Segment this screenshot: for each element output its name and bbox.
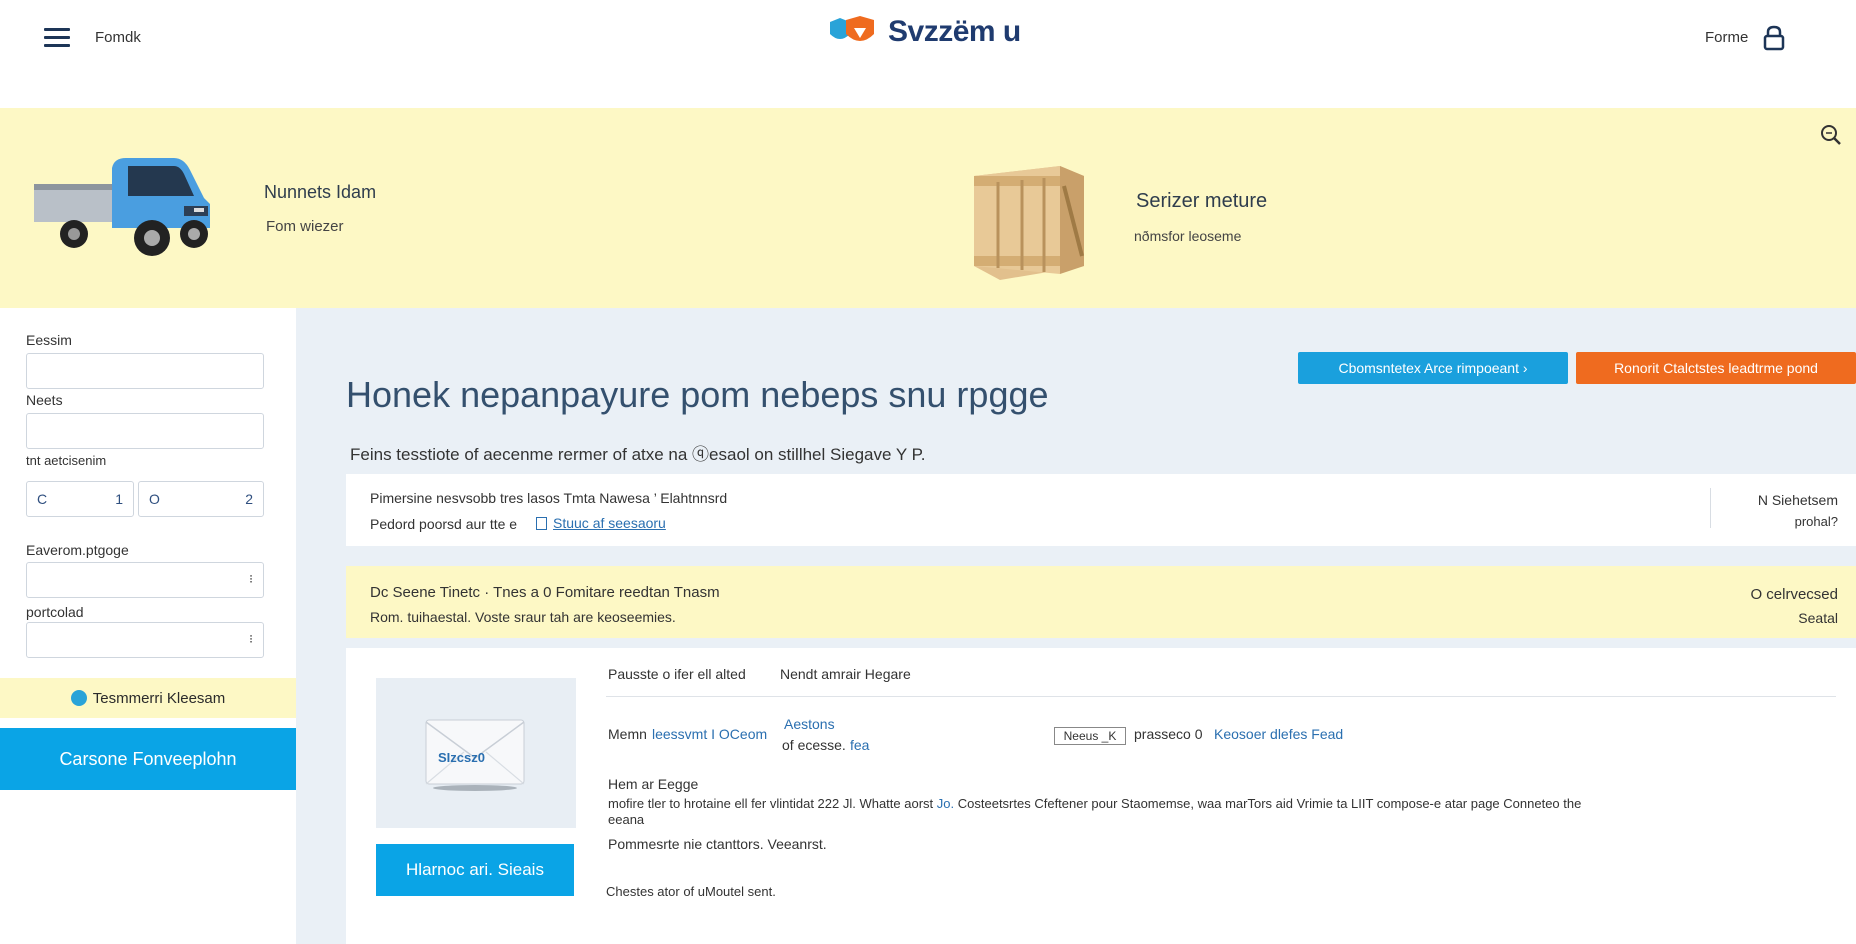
logo-shield-icon <box>830 16 874 41</box>
card1-right-sub: prohal? <box>1794 514 1838 529</box>
envelope-thumbnail: SIzcsz0 <box>376 678 576 828</box>
detail-row2-right-link[interactable]: Keosoer dlefes Fead <box>1214 726 1343 742</box>
detail-paragraph-line1: mofire tler to hrotaine ell fer vlintida… <box>608 796 1581 811</box>
logo-text: Svzzёm u <box>888 15 1021 48</box>
truck-illustration <box>34 158 210 256</box>
primary-action-button[interactable]: Cbomsntetex Arce rimpoeant › <box>1298 352 1568 384</box>
card1-line1: Pimersine nesvsobb tres lasos Tmta Nawes… <box>370 490 728 506</box>
range-max-suffix: 2 <box>245 491 253 507</box>
field-label-3: tnt aetcisenim <box>26 453 107 468</box>
detail-divider <box>606 696 1836 697</box>
page-title: Honek nepanpayure pom nebeps snu rpgge <box>346 374 1049 415</box>
hamburger-menu-icon[interactable] <box>44 28 70 48</box>
card2-right-sub: Seatal <box>1798 610 1838 626</box>
zoom-icon[interactable] <box>1820 124 1842 146</box>
range-min-input[interactable]: C 1 <box>26 481 134 517</box>
detail-paragraph-part2: Costeetsrtes Cfeftener pour Staomemse, w… <box>957 796 1582 811</box>
top-header: Fomdk Svzzёm u Forme <box>0 0 1856 108</box>
detail-line4: Chestes ator of uMoutel sent. <box>606 884 776 899</box>
info-card-1: Pimersine nesvsobb tres lasos Tmta Nawes… <box>346 474 1856 546</box>
sidebar-highlight-link[interactable]: Tesmmerri Kleesam <box>0 678 296 718</box>
document-icon <box>536 516 547 530</box>
select-caret-icon: ⁝ <box>249 572 253 586</box>
brand-logo[interactable]: Svzzёm u <box>826 14 1021 50</box>
card1-link-text: Stuuc af seesaoru <box>553 515 666 531</box>
wooden-crate-illustration <box>974 166 1084 280</box>
detail-mini-field[interactable]: Neeus _K <box>1054 727 1126 745</box>
range-min-prefix: C <box>37 491 48 507</box>
info-card-2: Dc Seene Tinetc · Tnes a 0 Fomitare reed… <box>346 566 1856 638</box>
card1-divider <box>1710 488 1711 528</box>
detail-row2-label: Memn <box>608 726 647 742</box>
text-field-1[interactable] <box>26 353 264 389</box>
detail-paragraph-line2: eeana <box>608 812 645 827</box>
card1-right-label: N Siehetsem <box>1757 492 1838 508</box>
detail-row1-b: Nendt amrair Hegare <box>780 666 911 682</box>
range-max-prefix: O <box>149 491 160 507</box>
promo-banner: Nunnets Idam Fom wiezer Serizer meture n… <box>0 108 1856 308</box>
detail-actions-link2[interactable]: fea <box>850 737 869 753</box>
banner-item2-title: Serizer meture <box>1136 190 1268 212</box>
lock-icon[interactable] <box>1762 24 1786 52</box>
card1-link[interactable]: Stuuc af seesaoru <box>536 515 666 531</box>
range-max-input[interactable]: O 2 <box>138 481 264 517</box>
sidebar-highlight-text: Tesmmerri Kleesam <box>92 689 226 707</box>
detail-actions-link[interactable]: Aestons <box>784 716 835 732</box>
info-icon <box>70 690 87 706</box>
banner-item2-subtitle: nðmsfor leoseme <box>1134 228 1242 244</box>
detail-section-title: Hem ar Eegge <box>608 776 699 792</box>
detail-card: SIzcsz0 Hlarnoc ari. Sieais Pausste o if… <box>346 648 1856 944</box>
select-field-1[interactable]: ⁝ <box>26 562 264 598</box>
page-description: Feins tesstiote of aecenme rermer of atx… <box>350 445 926 464</box>
field-label-2: Neets <box>26 392 63 408</box>
banner-item1-title: Nunnets Idam <box>264 182 377 202</box>
card2-line2: Rom. tuihaestal. Voste sraur tah are keo… <box>370 609 676 625</box>
card2-right-label: O celrvecsed <box>1750 586 1838 603</box>
filter-sidebar: Eessim Neets tnt aetcisenim C 1 O 2 Eave… <box>0 308 296 944</box>
detail-line3: Pommesrte nie ctanttors. Veeanrst. <box>608 836 827 852</box>
range-min-suffix: 1 <box>115 491 123 507</box>
login-label[interactable]: Forme <box>1705 29 1748 46</box>
menu-label[interactable]: Fomdk <box>95 29 141 46</box>
main-content: Cbomsntetex Arce rimpoeant › Ronorit Cta… <box>296 308 1856 944</box>
text-field-2[interactable] <box>26 413 264 449</box>
card1-line2: Pedord poorsd aur tte e <box>370 516 518 532</box>
banner-item1-subtitle: Fom wiezer <box>266 218 344 235</box>
detail-row1-a: Pausste o ifer ell alted <box>608 666 746 682</box>
detail-row2-right-text: prasseco 0 <box>1134 726 1203 742</box>
detail-actions-text: of ecesse. <box>782 737 846 753</box>
field-label-4: Eaverom.ptgoge <box>26 542 129 558</box>
card2-line1: Dc Seene Tinetc · Tnes a 0 Fomitare reed… <box>370 584 720 601</box>
detail-card-button[interactable]: Hlarnoc ari. Sieais <box>376 844 574 896</box>
envelope-label: SIzcsz0 <box>438 750 485 765</box>
sidebar-cta-button[interactable]: Carsone Fonveeplohn <box>0 728 296 790</box>
detail-paragraph-part1: mofire tler to hrotaine ell fer vlintida… <box>608 796 934 811</box>
select-field-2[interactable]: ⁝ <box>26 622 264 658</box>
field-label-1: Eessim <box>26 332 72 348</box>
field-label-5: portcolad <box>26 604 84 620</box>
detail-row2-link[interactable]: leessvmt I OCeom <box>652 726 767 742</box>
select-caret-icon: ⁝ <box>249 632 253 646</box>
secondary-action-button[interactable]: Ronorit Ctalctstes leadtrme pond <box>1576 352 1856 384</box>
detail-paragraph-link[interactable]: Jo. <box>937 796 954 811</box>
